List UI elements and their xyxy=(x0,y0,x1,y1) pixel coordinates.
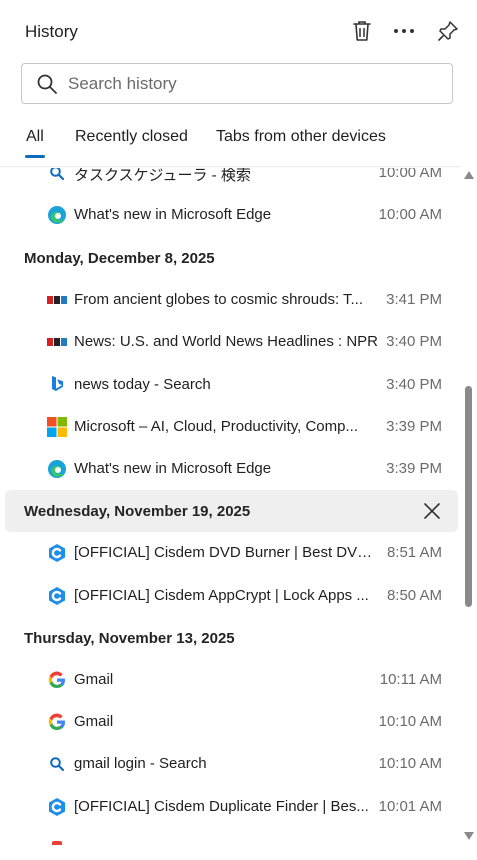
close-icon[interactable] xyxy=(422,501,442,521)
history-header: History All Recently closed Tabs xyxy=(0,0,477,168)
date-group-header: Monday, December 8, 2025 xyxy=(0,237,460,279)
search-icon xyxy=(36,73,58,95)
google-icon xyxy=(47,712,67,732)
history-item[interactable]: news today - Search 3:40 PM xyxy=(0,364,460,406)
date-group-label: Thursday, November 13, 2025 xyxy=(24,630,235,647)
history-item-title: News: U.S. and World News Headlines : NP… xyxy=(74,333,378,350)
history-item-time: 3:41 PM xyxy=(386,291,442,308)
history-tabs: All Recently closed Tabs from other devi… xyxy=(0,128,477,158)
tab-other-devices[interactable]: Tabs from other devices xyxy=(216,128,386,146)
history-item-title: gmail login - Search xyxy=(74,755,207,772)
history-item-title: [OFFICIAL] Cisdem DVD Burner | Best DVD.… xyxy=(74,544,378,561)
history-item[interactable]: Gmail 10:10 AM xyxy=(0,701,460,743)
history-item-time: 3:40 PM xyxy=(386,376,442,393)
search-box[interactable] xyxy=(21,63,453,104)
tab-recently-closed[interactable]: Recently closed xyxy=(75,128,188,146)
favicon-icon xyxy=(52,841,62,845)
history-item-title: [OFFICIAL] Cisdem Duplicate Finder | Bes… xyxy=(74,798,369,815)
edge-icon xyxy=(47,459,67,479)
history-item-title: Gmail xyxy=(74,713,114,730)
history-item-time: 8:51 AM xyxy=(386,544,442,561)
date-group-header[interactable]: Wednesday, November 19, 2025 xyxy=(5,490,458,532)
scroll-up-arrow-icon[interactable] xyxy=(464,171,474,179)
history-item[interactable]: [OFFICIAL] Cisdem AppCrypt | Lock Apps .… xyxy=(0,575,460,617)
history-item-time: 10:11 AM xyxy=(379,671,442,688)
history-item-title: From ancient globes to cosmic shrouds: T… xyxy=(74,291,364,308)
page-title: History xyxy=(25,22,78,41)
more-icon xyxy=(394,29,414,33)
tab-all[interactable]: All xyxy=(26,128,44,146)
history-list: タスクスケジューラ - 検索 10:00 AM What's new in Mi… xyxy=(0,152,460,860)
cisdem-icon xyxy=(47,586,67,606)
history-item-title: [OFFICIAL] Cisdem AppCrypt | Lock Apps .… xyxy=(74,587,369,604)
history-item-title: What's new in Microsoft Edge xyxy=(74,460,272,477)
history-item[interactable]: What's new in Microsoft Edge 3:39 PM xyxy=(0,448,460,490)
history-item[interactable]: What's new in Microsoft Edge 10:00 AM xyxy=(0,194,460,236)
history-item[interactable]: Gmail 10:11 AM xyxy=(0,659,460,701)
pin-icon xyxy=(438,21,458,41)
header-divider xyxy=(0,166,460,168)
search-input[interactable] xyxy=(68,73,428,94)
scrollbar[interactable] xyxy=(460,168,477,860)
history-item-title: What's new in Microsoft Edge xyxy=(74,206,272,223)
delete-history-button[interactable] xyxy=(347,16,377,46)
date-group-label: Monday, December 8, 2025 xyxy=(24,250,215,267)
history-item-time: 10:00 AM xyxy=(378,206,442,223)
bing-search-icon xyxy=(47,754,67,774)
history-item-time: 3:39 PM xyxy=(386,418,442,435)
history-item-time: 10:10 AM xyxy=(378,713,442,730)
active-tab-indicator xyxy=(25,155,45,158)
history-item-time: 10:10 AM xyxy=(378,755,442,772)
history-item[interactable]: gmail login - Search 10:10 AM xyxy=(0,743,460,785)
cisdem-icon xyxy=(47,797,67,817)
pin-button[interactable] xyxy=(433,16,463,46)
history-item-title: news today - Search xyxy=(74,376,211,393)
trash-icon xyxy=(353,21,371,41)
history-item[interactable]: Microsoft – AI, Cloud, Productivity, Com… xyxy=(0,406,460,448)
history-item-title: Microsoft – AI, Cloud, Productivity, Com… xyxy=(74,418,358,435)
history-item[interactable]: [OFFICIAL] Cisdem Duplicate Finder | Bes… xyxy=(0,786,460,828)
history-item[interactable]: From ancient globes to cosmic shrouds: T… xyxy=(0,279,460,321)
cisdem-icon xyxy=(47,543,67,563)
bing-icon xyxy=(47,375,67,395)
history-item-time: 8:50 AM xyxy=(386,587,442,604)
microsoft-icon xyxy=(47,417,67,437)
date-group-label: Wednesday, November 19, 2025 xyxy=(24,503,251,520)
history-item-time: 3:39 PM xyxy=(386,460,442,477)
history-item[interactable]: News: U.S. and World News Headlines : NP… xyxy=(0,321,460,363)
scrollbar-thumb[interactable] xyxy=(465,386,472,607)
google-icon xyxy=(47,670,67,690)
edge-icon xyxy=(47,205,67,225)
npr-icon xyxy=(47,332,67,352)
history-item[interactable]: [OFFICIAL] Cisdem DVD Burner | Best DVD.… xyxy=(0,532,460,574)
history-item-partial[interactable] xyxy=(0,832,460,860)
date-group-header: Thursday, November 13, 2025 xyxy=(0,617,460,659)
history-item-title: Gmail xyxy=(74,671,114,688)
scroll-down-arrow-icon[interactable] xyxy=(464,832,474,840)
more-options-button[interactable] xyxy=(389,16,419,46)
npr-icon xyxy=(47,290,67,310)
history-item-time: 10:01 AM xyxy=(378,798,442,815)
history-item-time: 3:40 PM xyxy=(386,333,442,350)
